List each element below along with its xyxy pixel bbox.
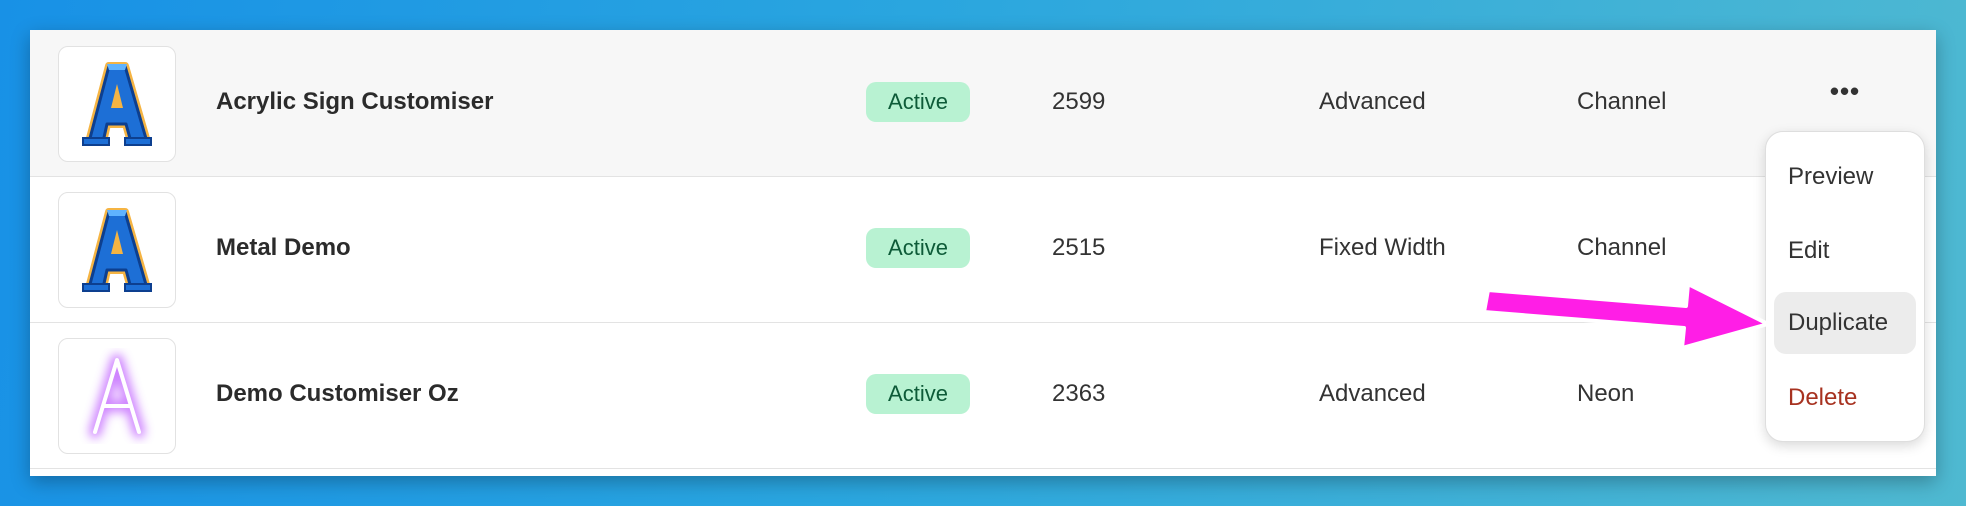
customiser-type: Advanced bbox=[1319, 88, 1426, 115]
status-badge: Active bbox=[866, 82, 970, 122]
customiser-name[interactable]: Metal Demo bbox=[216, 234, 351, 262]
thumbnail bbox=[58, 192, 176, 308]
more-actions-button[interactable]: ••• bbox=[1825, 74, 1865, 108]
letter-a-3d-icon bbox=[82, 208, 152, 292]
annotation-arrow-icon bbox=[1482, 282, 1770, 350]
menu-item-duplicate[interactable]: Duplicate bbox=[1774, 292, 1916, 354]
status-badge: Active bbox=[866, 374, 970, 414]
menu-item-edit[interactable]: Edit bbox=[1774, 220, 1916, 282]
status-badge: Active bbox=[866, 228, 970, 268]
customiser-category: Neon bbox=[1577, 380, 1635, 407]
menu-item-preview[interactable]: Preview bbox=[1774, 146, 1916, 208]
table-row[interactable]: Acrylic Sign Customiser Active 2599 Adva… bbox=[30, 30, 1936, 177]
customiser-type: Advanced bbox=[1319, 380, 1426, 407]
customiser-category: Channel bbox=[1577, 88, 1667, 115]
actions-dropdown-menu: Preview Edit Duplicate Delete bbox=[1765, 131, 1925, 442]
customiser-table: Acrylic Sign Customiser Active 2599 Adva… bbox=[30, 30, 1936, 476]
customiser-id: 2363 bbox=[1052, 380, 1106, 407]
customiser-name[interactable]: Acrylic Sign Customiser bbox=[216, 88, 493, 116]
customiser-category: Channel bbox=[1577, 234, 1667, 261]
customiser-id: 2515 bbox=[1052, 234, 1106, 261]
letter-a-neon-icon bbox=[89, 354, 145, 438]
letter-a-3d-icon bbox=[82, 62, 152, 146]
customiser-type: Fixed Width bbox=[1319, 234, 1446, 261]
thumbnail bbox=[58, 46, 176, 162]
customiser-name[interactable]: Demo Customiser Oz bbox=[216, 380, 459, 408]
thumbnail bbox=[58, 338, 176, 454]
menu-item-delete[interactable]: Delete bbox=[1774, 367, 1916, 429]
customiser-id: 2599 bbox=[1052, 88, 1106, 115]
